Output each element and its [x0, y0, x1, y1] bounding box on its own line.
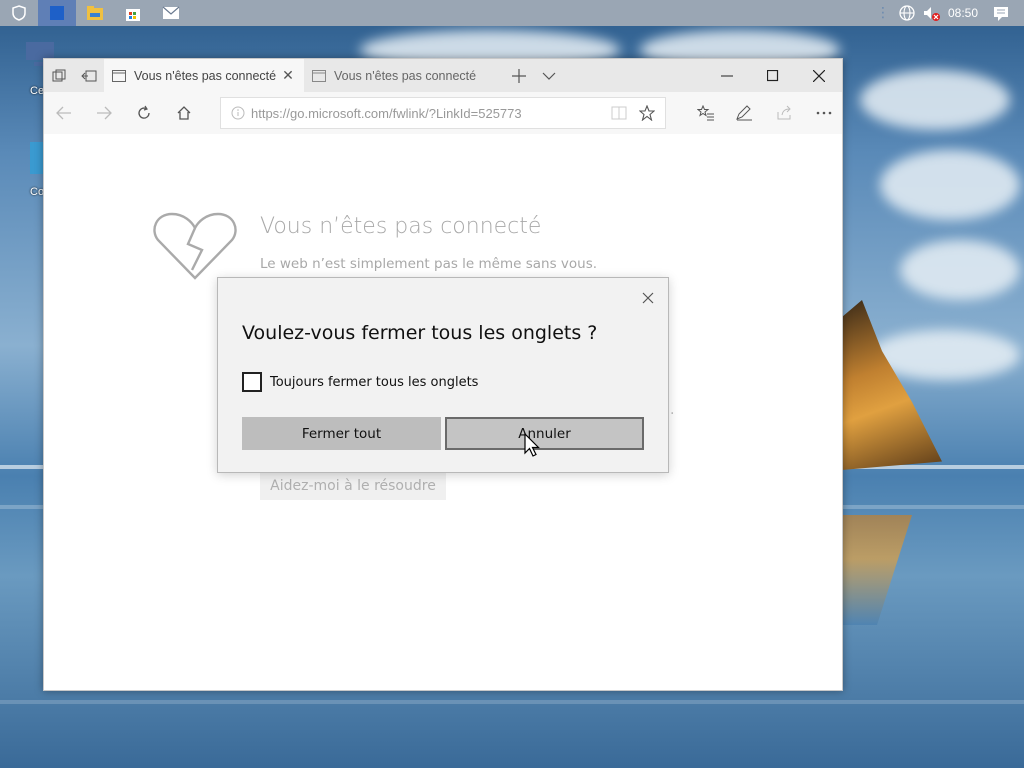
info-icon: [231, 106, 245, 120]
checkbox-label[interactable]: Toujours fermer tous les onglets: [270, 375, 478, 390]
tab-active[interactable]: Vous n'êtes pas connecté ✕: [104, 59, 304, 92]
tab-title: Vous n'êtes pas connecté: [134, 68, 277, 83]
close-window-button[interactable]: [796, 59, 842, 92]
volume-muted-icon[interactable]: [922, 4, 942, 22]
close-icon: [813, 69, 825, 82]
page-icon: [312, 69, 326, 82]
arrow-right-icon: [97, 106, 112, 120]
always-close-checkbox-row[interactable]: Toujours fermer tous les onglets: [242, 372, 478, 392]
taskbar-mail-button[interactable]: [152, 0, 190, 26]
reading-view-icon[interactable]: [611, 106, 627, 120]
taskbar-store-button[interactable]: [114, 0, 152, 26]
dialog-title: Voulez-vous fermer tous les onglets ?: [242, 322, 598, 344]
store-icon: [126, 9, 140, 21]
hidden-text-fragment: .: [670, 402, 675, 418]
mail-icon: [162, 6, 180, 19]
set-aside-icon: [81, 70, 97, 81]
title-bar: Vous n'êtes pas connecté ✕ Vous n'êtes p…: [44, 59, 842, 92]
shield-icon: [12, 5, 26, 21]
network-globe-icon[interactable]: [898, 4, 916, 22]
notifications-icon[interactable]: [992, 4, 1010, 22]
clock[interactable]: 08:50: [948, 6, 978, 20]
start-button[interactable]: [0, 0, 38, 26]
pen-icon: [736, 105, 752, 121]
tab-list-button[interactable]: [534, 59, 564, 92]
tab-title: Vous n'êtes pas connecté: [334, 68, 477, 83]
tab-preview-button[interactable]: [44, 59, 74, 92]
tray-overflow-icon[interactable]: ⋮: [876, 5, 890, 21]
taskbar-browser-button[interactable]: [38, 0, 76, 26]
mouse-cursor-icon: [524, 433, 540, 457]
address-text: https://go.microsoft.com/fwlink/?LinkId=…: [251, 105, 522, 121]
address-bar[interactable]: https://go.microsoft.com/fwlink/?LinkId=…: [220, 97, 666, 129]
share-icon: [777, 105, 791, 120]
home-icon: [177, 106, 191, 120]
web-note-button[interactable]: [724, 92, 764, 134]
back-button[interactable]: [44, 92, 84, 134]
error-subtitle: Le web n’est simplement pas le même sans…: [260, 256, 598, 272]
forward-button[interactable]: [84, 92, 124, 134]
tab-close-icon[interactable]: ✕: [280, 67, 296, 84]
dialog-close-button[interactable]: [640, 290, 656, 306]
chevron-down-icon: [542, 72, 556, 80]
set-aside-tabs-button[interactable]: [74, 59, 104, 92]
error-title: Vous n’êtes pas connecté: [260, 214, 542, 239]
cancel-button[interactable]: Annuler: [445, 417, 644, 450]
share-button[interactable]: [764, 92, 804, 134]
minimize-icon: [721, 75, 733, 76]
file-explorer-icon: [87, 6, 103, 20]
close-all-button[interactable]: Fermer tout: [242, 417, 441, 450]
rock-reflection: [842, 515, 912, 625]
tabs-aside-icon: [52, 69, 66, 81]
rock-formation: [842, 300, 942, 470]
close-all-tabs-dialog: Voulez-vous fermer tous les onglets ? To…: [217, 277, 669, 473]
refresh-button[interactable]: [124, 92, 164, 134]
tab-inactive[interactable]: Vous n'êtes pas connecté: [304, 59, 504, 92]
favorites-hub-button[interactable]: [686, 92, 726, 134]
page-icon: [112, 69, 126, 82]
maximize-icon: [767, 69, 779, 81]
taskbar-explorer-button[interactable]: [76, 0, 114, 26]
arrow-left-icon: [56, 106, 71, 120]
refresh-icon: [138, 105, 150, 119]
help-me-fix-button[interactable]: Aidez-moi à le résoudre: [260, 472, 446, 500]
always-close-checkbox[interactable]: [242, 372, 262, 392]
broken-heart-icon: [153, 212, 237, 280]
desktop-icon-label: Ce: [30, 85, 45, 97]
taskbar: ⋮ 08:50: [0, 0, 1024, 26]
navigation-bar: https://go.microsoft.com/fwlink/?LinkId=…: [44, 92, 842, 134]
browser-icon: [50, 6, 64, 20]
favorite-star-icon[interactable]: [639, 105, 655, 121]
new-tab-button[interactable]: [504, 59, 534, 92]
minimize-button[interactable]: [704, 59, 750, 92]
plus-icon: [512, 68, 526, 83]
ellipsis-icon: [816, 111, 832, 115]
hub-icon: [697, 105, 714, 121]
maximize-button[interactable]: [750, 59, 796, 92]
close-icon: [642, 292, 654, 304]
more-button[interactable]: [804, 92, 844, 134]
home-button[interactable]: [164, 92, 204, 134]
